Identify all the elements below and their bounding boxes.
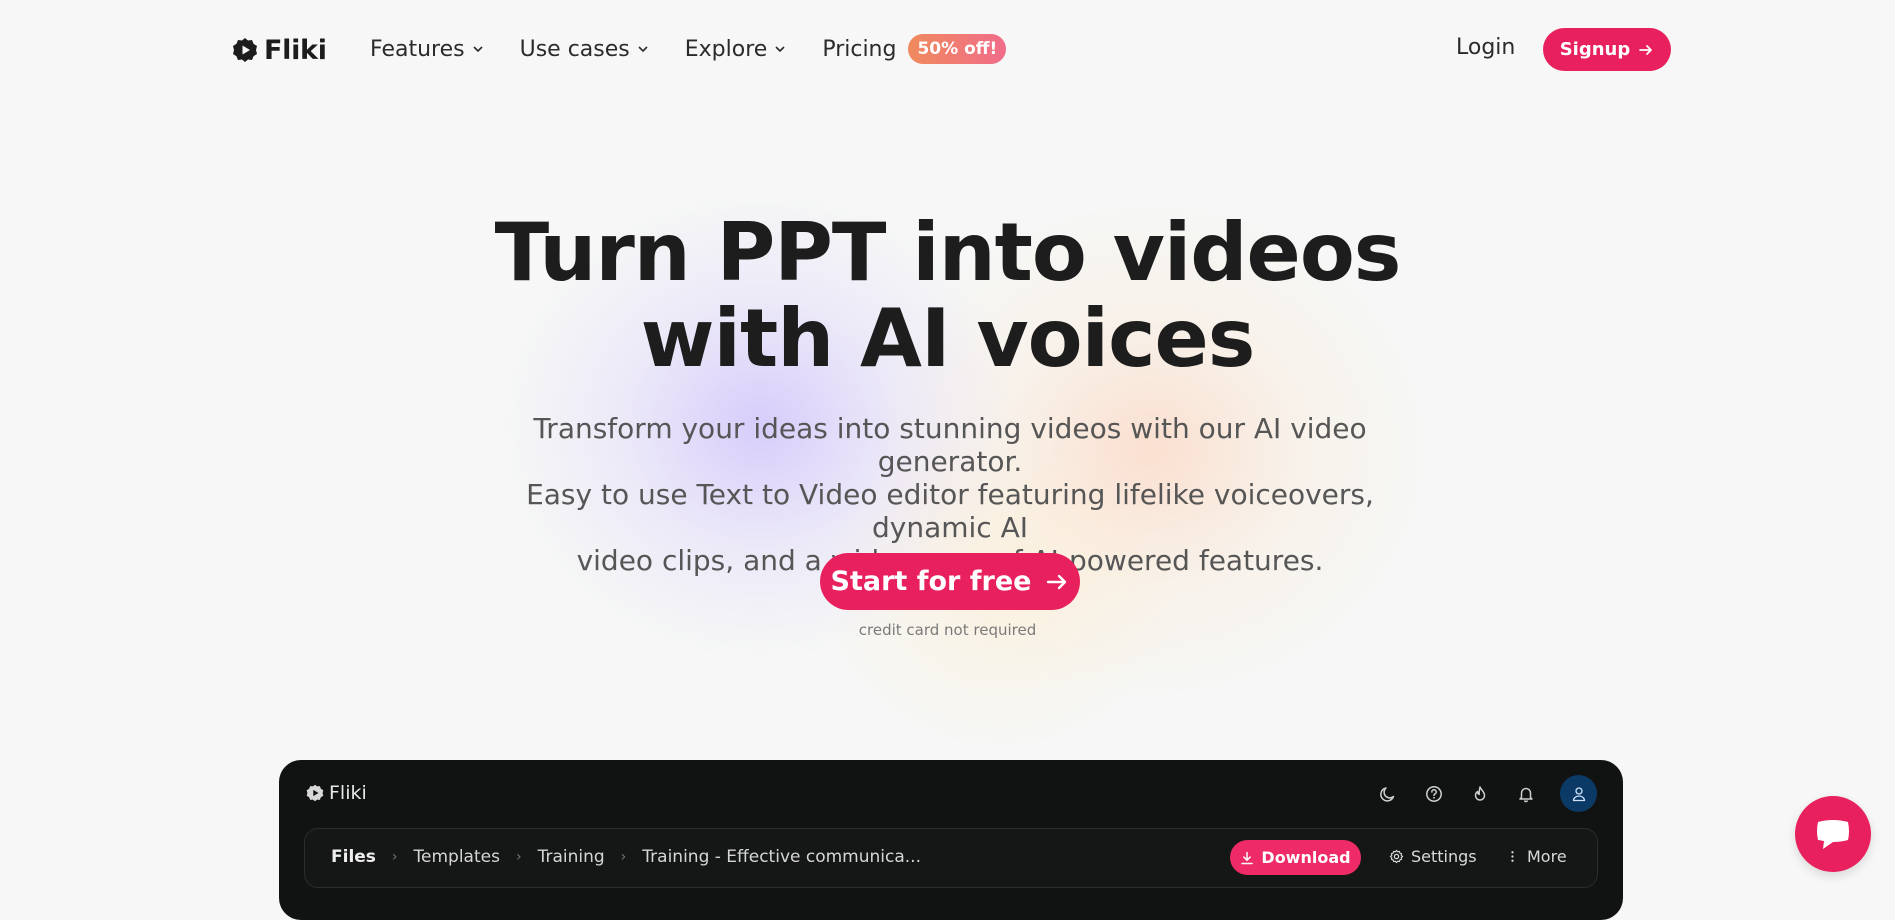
settings-label: Settings	[1411, 847, 1477, 866]
moon-icon[interactable]	[1376, 782, 1400, 806]
breadcrumb-templates[interactable]: Templates	[414, 847, 500, 867]
hero-title: Turn PPT into videos with AI voices	[0, 210, 1895, 382]
bell-icon[interactable]	[1514, 782, 1538, 806]
gear-icon	[1389, 849, 1404, 864]
nav-links: Features Use cases Explore Pricing 50% o…	[370, 30, 1007, 68]
top-nav: Fliki Features Use cases Explore Pricing…	[0, 0, 1895, 98]
user-avatar[interactable]	[1560, 775, 1597, 812]
download-label: Download	[1261, 848, 1351, 867]
pricing-discount-badge[interactable]: 50% off!	[908, 34, 1007, 64]
nav-use-cases-label: Use cases	[519, 36, 630, 62]
nav-pricing-label: Pricing	[822, 36, 897, 62]
app-toolbar: Files › Templates › Training › Training …	[304, 828, 1598, 888]
fliki-logo-icon	[233, 38, 257, 62]
logo-text: Fliki	[264, 34, 327, 66]
start-for-free-button[interactable]: Start for free	[820, 553, 1080, 610]
download-icon	[1241, 851, 1254, 864]
breadcrumb: Files › Templates › Training › Training …	[331, 847, 921, 867]
signup-button[interactable]: Signup	[1543, 28, 1671, 71]
app-header-icons	[1376, 775, 1597, 812]
breadcrumb-files[interactable]: Files	[331, 847, 376, 867]
hero-subtitle-line-1: Transform your ideas into stunning video…	[533, 412, 1367, 478]
more-vertical-icon	[1511, 851, 1514, 862]
chat-bubble-icon	[1817, 820, 1849, 849]
signup-label: Signup	[1559, 39, 1631, 60]
nav-explore-label: Explore	[684, 36, 768, 62]
chevron-down-icon	[775, 46, 785, 53]
fliki-logo[interactable]: Fliki	[232, 33, 327, 67]
hero-subtitle-line-2: Easy to use Text to Video editor featuri…	[526, 478, 1374, 544]
more-button[interactable]: More	[1505, 847, 1567, 866]
chat-widget-button[interactable]	[1795, 796, 1871, 872]
nav-features[interactable]: Features	[370, 37, 484, 62]
app-preview: Fliki Files › Templates › Training › Tra…	[279, 760, 1623, 920]
hero-title-line-1: Turn PPT into videos	[494, 206, 1402, 299]
nav-features-label: Features	[370, 36, 465, 62]
more-label: More	[1527, 847, 1567, 866]
flame-icon[interactable]	[1468, 782, 1492, 806]
login-link[interactable]: Login	[1456, 35, 1515, 60]
nav-pricing[interactable]: Pricing	[822, 37, 896, 62]
breadcrumb-separator-icon: ›	[391, 849, 398, 865]
download-button[interactable]: Download	[1230, 840, 1361, 875]
breadcrumb-current-file[interactable]: Training - Effective communica...	[642, 847, 921, 867]
credit-card-note: credit card not required	[858, 621, 1037, 639]
user-icon	[1572, 786, 1585, 801]
help-icon[interactable]	[1422, 782, 1446, 806]
app-logo-text: Fliki	[329, 782, 367, 804]
hero-title-line-2: with AI voices	[640, 292, 1256, 385]
chevron-down-icon	[473, 46, 483, 53]
cta-label: Start for free	[830, 566, 1032, 597]
nav-use-cases[interactable]: Use cases	[520, 37, 649, 62]
chevron-down-icon	[638, 46, 648, 53]
app-logo: Fliki	[306, 782, 367, 804]
breadcrumb-training[interactable]: Training	[538, 847, 605, 867]
settings-button[interactable]: Settings	[1389, 847, 1477, 866]
breadcrumb-separator-icon: ›	[620, 849, 627, 865]
fliki-logo-icon	[306, 784, 324, 802]
nav-explore[interactable]: Explore	[685, 37, 787, 62]
breadcrumb-separator-icon: ›	[515, 849, 522, 865]
arrow-right-icon	[1047, 574, 1067, 589]
arrow-right-icon	[1639, 44, 1653, 55]
